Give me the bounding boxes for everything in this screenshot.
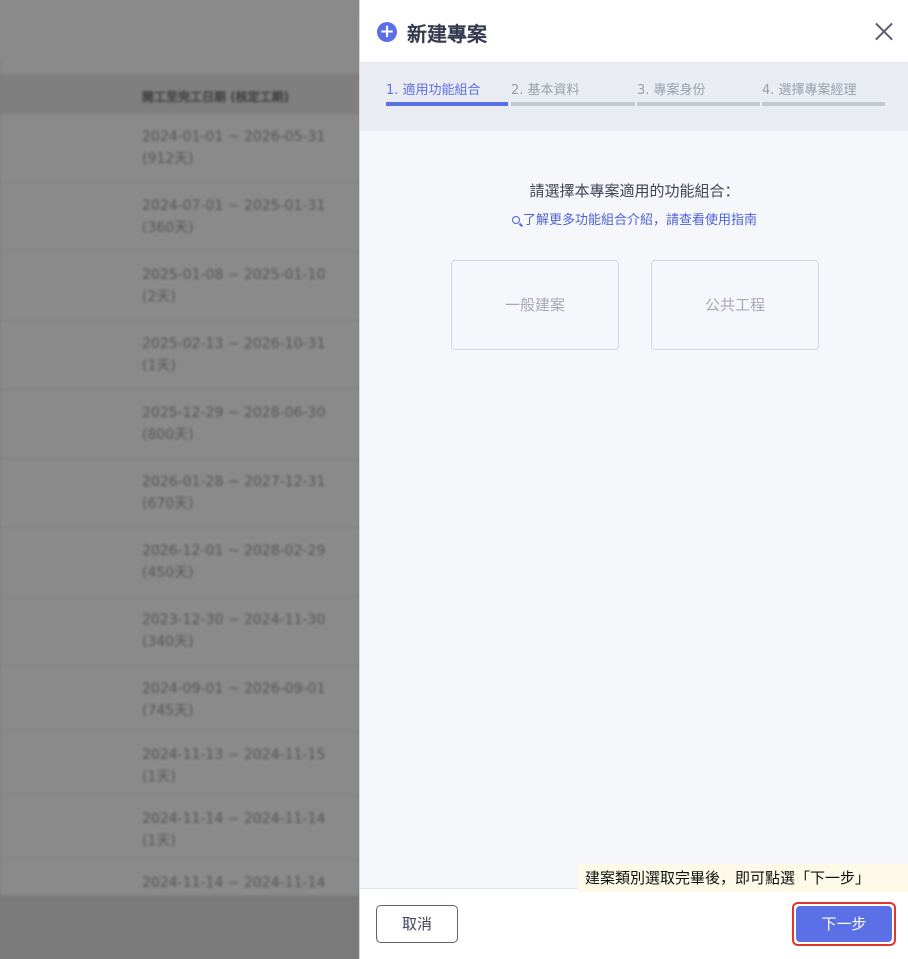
panel-footer: 取消 下一步 <box>360 888 908 959</box>
background-table-row: 2023-12-30 ~ 2024-11-30 (340天) <box>0 597 360 666</box>
background-row-dates: 2024-11-14 ~ 2024-11-14 <box>142 875 326 891</box>
background-row-dates: 2026-01-28 ~ 2027-12-31 <box>142 474 326 490</box>
step-bar <box>637 102 760 106</box>
background-row-dates: 2024-11-14 ~ 2024-11-14 <box>142 811 326 827</box>
panel-header: + 新建專案 <box>360 0 908 63</box>
background-row-duration: (800天) <box>142 427 194 443</box>
background-row-dates: 2024-09-01 ~ 2026-09-01 <box>142 681 326 697</box>
background-row-dates: 2023-12-30 ~ 2024-11-30 <box>142 612 326 628</box>
background-table-row: 2026-01-28 ~ 2027-12-31 (670天) <box>0 459 360 528</box>
next-button[interactable]: 下一步 <box>796 906 892 942</box>
background-footer <box>0 896 360 959</box>
step-label: 4. 選擇專案經理 <box>762 83 857 98</box>
background-row-duration: (1天) <box>142 833 176 849</box>
background-row-dates: 2024-11-13 ~ 2024-11-15 <box>142 747 326 763</box>
background-table-row: 2026-12-01 ~ 2028-02-29 (450天) <box>0 528 360 597</box>
background-row-duration: (2天) <box>142 289 176 305</box>
background-row-dates: 2024-07-01 ~ 2025-01-31 <box>142 198 326 214</box>
function-combo-prompt: 請選擇本專案適用的功能組合： <box>529 182 740 200</box>
option-general-building[interactable]: 一般建案 <box>451 260 619 350</box>
background-table-row: 2025-12-29 ~ 2028-06-30 (800天) <box>0 390 360 459</box>
new-project-panel: + 新建專案 1. 適用功能組合 2. 基本資料 3. 專案身份 4. 選擇專案… <box>359 0 908 959</box>
search-icon <box>511 216 520 224</box>
step-label: 3. 專案身份 <box>637 83 706 98</box>
background-table-row: 2025-01-08 ~ 2025-01-10 (2天) <box>0 252 360 321</box>
background-row-duration: (450天) <box>142 565 194 581</box>
user-guide-link[interactable]: 了解更多功能組合介紹，請查看使用指南 <box>360 209 908 228</box>
background-row-dates: 2024-01-01 ~ 2026-05-31 <box>142 129 326 145</box>
background-row-duration: (340天) <box>142 634 194 650</box>
background-row-duration: (912天) <box>142 151 194 167</box>
background-table-row: 2025-02-13 ~ 2026-10-31 (1天) <box>0 321 360 390</box>
step-progress: 1. 適用功能組合 2. 基本資料 3. 專案身份 4. 選擇專案經理 <box>360 63 908 131</box>
step-bar <box>511 102 635 106</box>
background-row-dates: 2025-01-08 ~ 2025-01-10 <box>142 267 326 283</box>
background-row-duration: (670天) <box>142 496 194 512</box>
background-row-duration: (745天) <box>142 703 194 719</box>
background-table-row: 2024-09-01 ~ 2026-09-01 (745天) <box>0 666 360 732</box>
background-table-row: 2024-11-13 ~ 2024-11-15 (1天) <box>0 732 360 796</box>
step-bar <box>386 102 508 106</box>
next-button-highlight: 下一步 <box>792 902 896 946</box>
background-row-duration: (1天) <box>142 358 176 374</box>
background-table: 開工至完工日期 (核定工期) 2024-01-01 ~ 2026-05-31 (9… <box>0 0 360 959</box>
step-label: 2. 基本資料 <box>511 83 580 98</box>
background-row-duration: (1天) <box>142 769 176 785</box>
plus-circle-icon: + <box>377 22 397 42</box>
background-table-row: 2024-01-01 ~ 2026-05-31 (912天) <box>0 114 360 183</box>
next-step-tooltip: 建案類別選取完畢後，即可點選「下一步」 <box>578 864 908 892</box>
user-guide-link-text: 了解更多功能組合介紹，請查看使用指南 <box>522 213 757 228</box>
background-table-row: 2024-11-14 ~ 2024-11-14 <box>0 860 360 896</box>
background-row-dates: 2026-12-01 ~ 2028-02-29 <box>142 543 326 559</box>
option-public-works[interactable]: 公共工程 <box>651 260 819 350</box>
step-label: 1. 適用功能組合 <box>386 83 481 98</box>
background-table-row: 2024-11-14 ~ 2024-11-14 (1天) <box>0 796 360 860</box>
step-bar <box>762 102 885 106</box>
background-row-dates: 2025-12-29 ~ 2028-06-30 <box>142 405 326 421</box>
cancel-button[interactable]: 取消 <box>376 905 458 943</box>
panel-title: 新建專案 <box>407 22 487 46</box>
background-table-header: 開工至完工日期 (核定工期) <box>0 74 360 114</box>
background-table-row: 2024-07-01 ~ 2025-01-31 (360天) <box>0 183 360 252</box>
background-row-duration: (360天) <box>142 220 194 236</box>
background-row-dates: 2025-02-13 ~ 2026-10-31 <box>142 336 326 352</box>
close-icon[interactable] <box>873 20 895 42</box>
